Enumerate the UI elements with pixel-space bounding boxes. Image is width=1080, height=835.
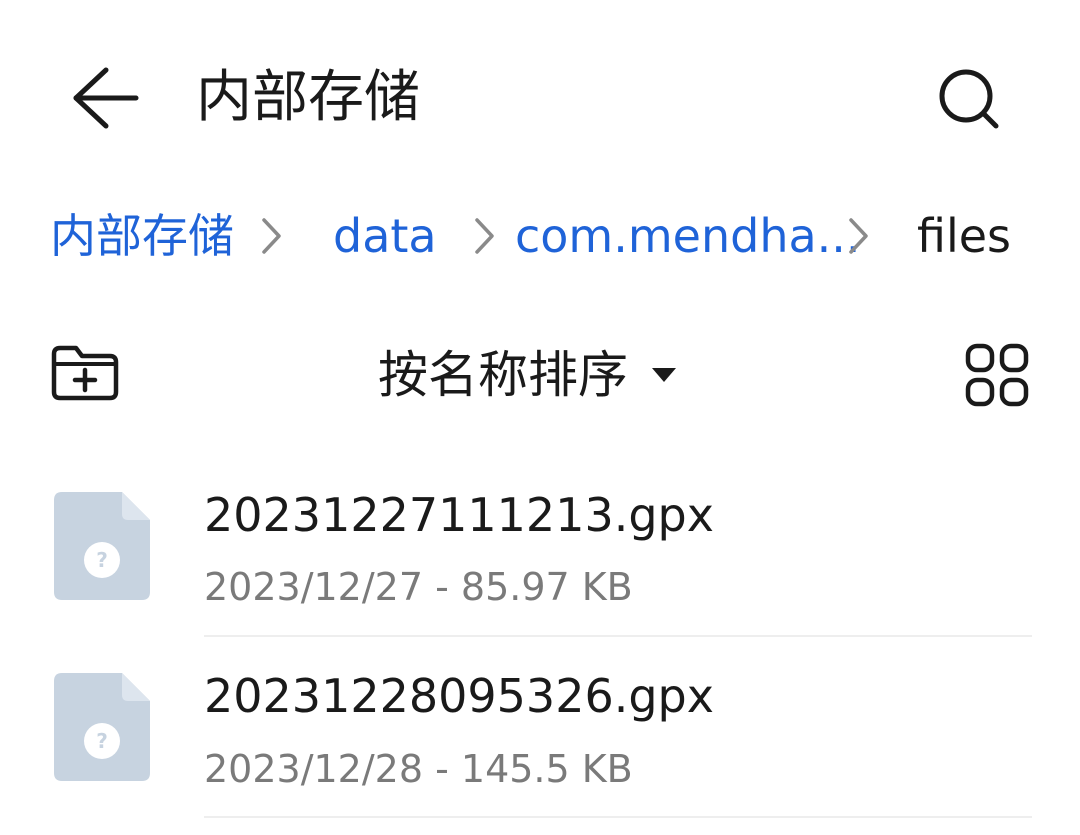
svg-text:?: ? <box>96 548 108 572</box>
caret-down-icon <box>652 368 676 382</box>
file-row[interactable]: ? 20231228095326.gpx 2023/12/28 - 145.5 … <box>0 641 1080 821</box>
sort-dropdown[interactable]: 按名称排序 <box>378 340 678 410</box>
back-arrow-icon <box>73 67 139 129</box>
search-button[interactable] <box>928 58 1012 142</box>
search-icon <box>939 69 999 129</box>
sort-label: 按名称排序 <box>378 346 628 404</box>
unknown-file-icon: ? <box>54 492 150 600</box>
unknown-file-icon: ? <box>54 673 150 781</box>
file-meta: 2023/12/28 - 145.5 KB <box>204 747 633 791</box>
new-folder-icon <box>51 345 119 401</box>
back-button[interactable] <box>62 60 152 136</box>
breadcrumb-item-files: files <box>917 209 1012 263</box>
chevron-right-icon <box>849 218 868 254</box>
breadcrumb-item-data[interactable]: data <box>333 205 437 267</box>
file-meta: 2023/12/27 - 85.97 KB <box>204 565 633 609</box>
new-folder-button[interactable] <box>48 340 122 406</box>
grid-view-button[interactable] <box>962 340 1032 410</box>
page-title: 内部存储 <box>196 65 420 130</box>
file-name: 20231228095326.gpx <box>204 669 714 723</box>
file-row[interactable]: ? 20231227111213.gpx 2023/12/27 - 85.97 … <box>0 460 1080 640</box>
row-divider <box>204 635 1032 637</box>
grid-view-icon <box>965 343 1029 407</box>
chevron-right-icon <box>475 218 494 254</box>
breadcrumb-item-internal-storage[interactable]: 内部存储 <box>50 205 234 267</box>
breadcrumb-item-package[interactable]: com.mendha... <box>515 205 861 267</box>
file-name: 20231227111213.gpx <box>204 488 714 542</box>
svg-text:?: ? <box>96 729 108 753</box>
row-divider <box>204 816 1032 818</box>
chevron-right-icon <box>262 218 281 254</box>
